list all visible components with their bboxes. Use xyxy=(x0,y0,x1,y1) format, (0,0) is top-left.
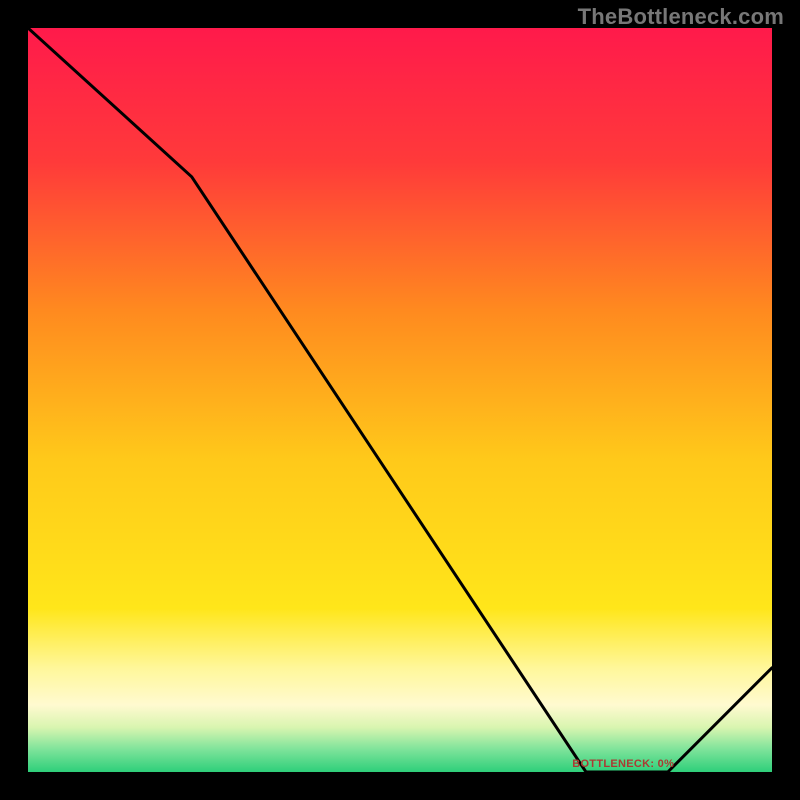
plot-frame: BOTTLENECK: 0% xyxy=(28,28,772,772)
heat-gradient xyxy=(28,28,772,772)
bottleneck-value-label: BOTTLENECK: 0% xyxy=(572,758,674,770)
plot-area: BOTTLENECK: 0% xyxy=(28,28,772,772)
watermark-text: TheBottleneck.com xyxy=(578,4,784,30)
chart-root: TheBottleneck.com xyxy=(0,0,800,800)
